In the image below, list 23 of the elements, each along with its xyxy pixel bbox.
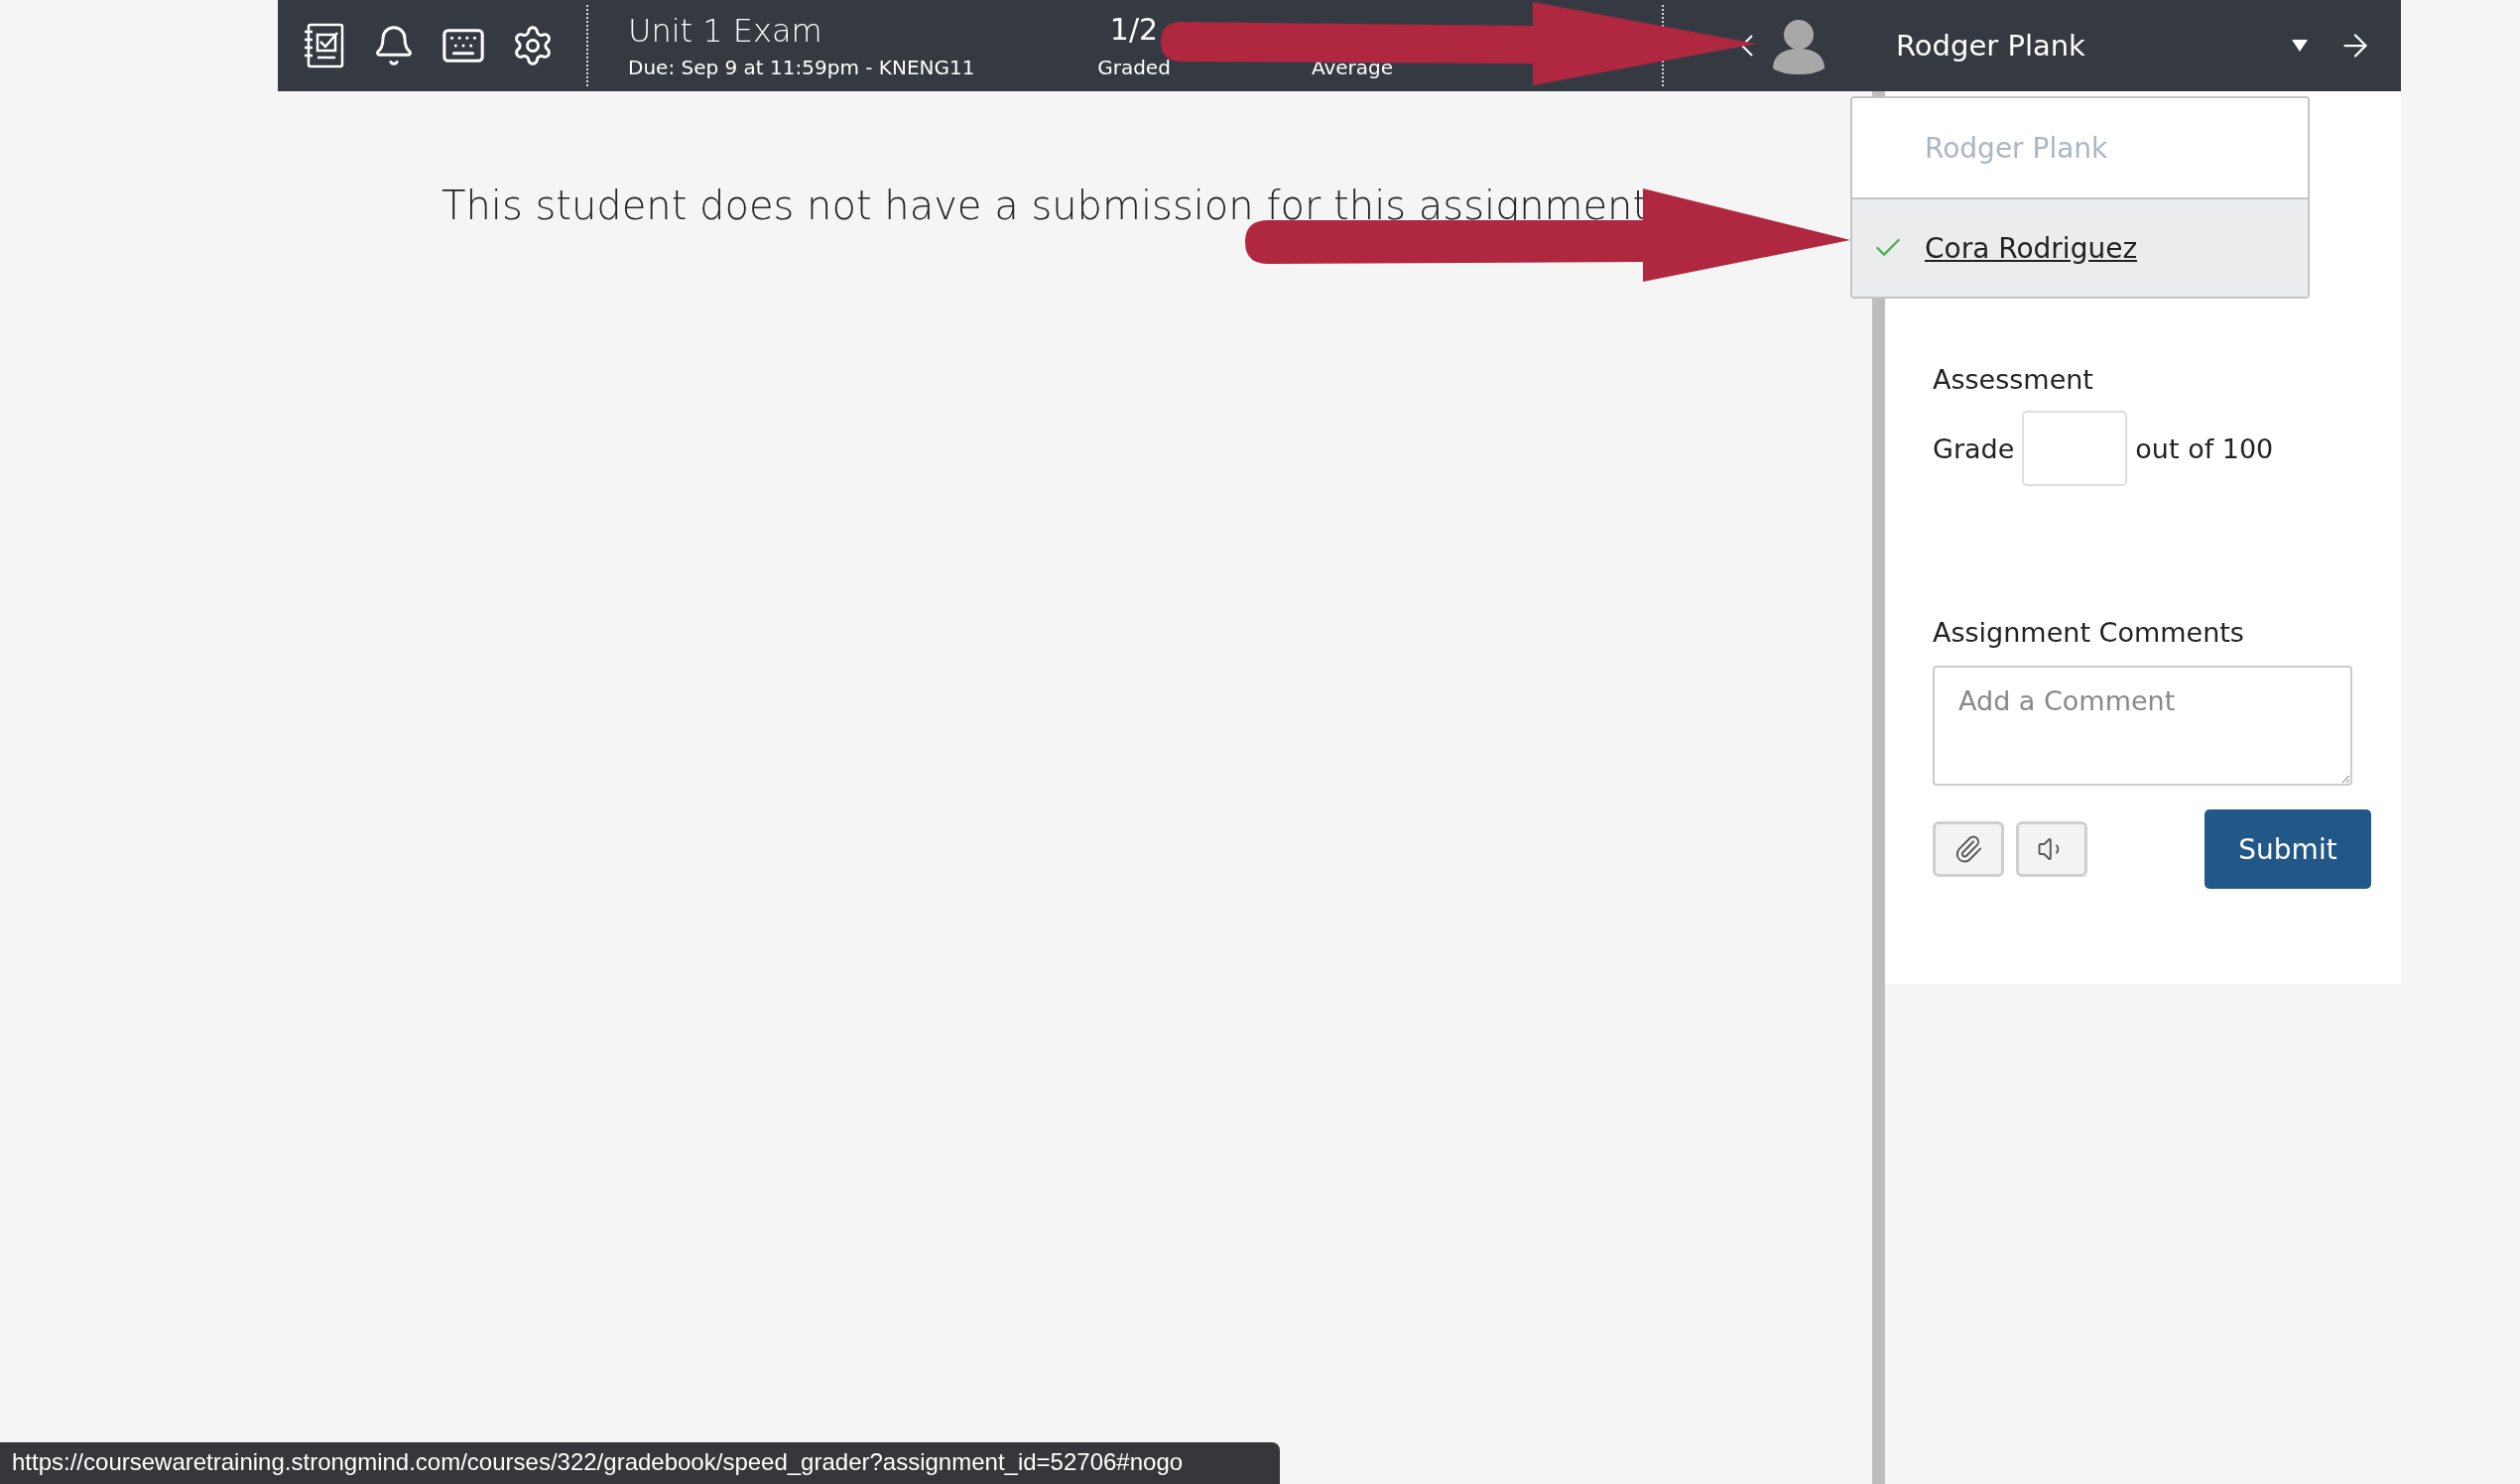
attach-file-button[interactable] — [1933, 821, 2004, 877]
stat-value: 1/2 — [1109, 12, 1159, 48]
assessment-heading: Assessment — [1933, 364, 2094, 395]
assignment-title: Unit 1 Exam — [628, 12, 823, 50]
grade-input[interactable] — [2022, 411, 2128, 486]
student-selector[interactable]: Rodger Plank — [1827, 0, 2331, 91]
no-submission-message: This student does not have a submission for this assignment — [441, 183, 1650, 228]
avatar-icon — [1771, 17, 1827, 74]
paperclip-icon — [1953, 834, 1983, 864]
out-of-label: out of 100 — [2135, 433, 2274, 464]
caret-icon — [2292, 40, 2308, 52]
student-option[interactable]: Cora Rodriguez — [1852, 197, 2308, 297]
comments-heading: Assignment Comments — [1933, 617, 2245, 648]
gradebook-icon — [303, 22, 346, 69]
submit-button[interactable]: Submit — [2205, 809, 2371, 889]
stat-label: Average — [1311, 56, 1394, 79]
media-comment-button[interactable] — [2016, 821, 2087, 877]
grade-label: Grade — [1933, 433, 2015, 464]
stat-label: Graded — [1097, 56, 1171, 79]
due-date: Due: Sep 9 at 11:59pm - KNENG11 — [628, 56, 976, 79]
link-url-status: https://coursewaretraining.strongmind.com/courses/322/gradebook/speed_grader?assignment_id=52706#nogo — [0, 1442, 1280, 1484]
comment-field[interactable]: Add a Comment — [1933, 666, 2352, 786]
chevron-left-icon — [1741, 35, 1753, 57]
